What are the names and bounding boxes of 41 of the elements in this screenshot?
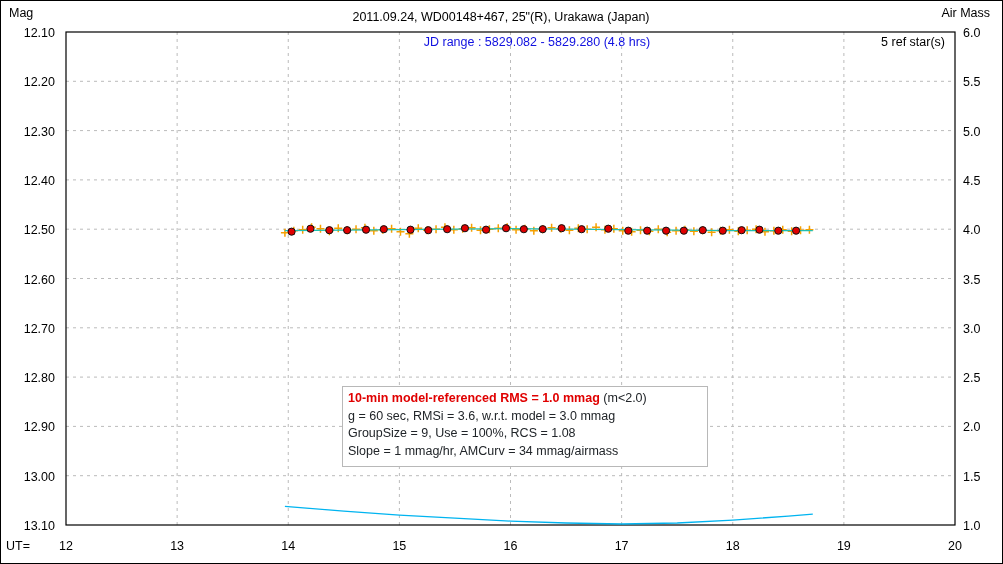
axis-tick-label: 1.5 xyxy=(963,469,981,484)
axis-tick-label: 13.10 xyxy=(23,519,55,533)
axis-tick-label: 18 xyxy=(725,539,740,553)
axis-tick-label: 2.5 xyxy=(963,371,981,386)
axis-tick-label: 12.50 xyxy=(23,223,55,238)
legend-text: g = 60 sec, RMSi = 3.6, w.r.t. model = 3.0 mmag xyxy=(348,407,617,425)
axis-tick-label: 4.5 xyxy=(963,173,981,188)
axis-tick-label: 1.0 xyxy=(963,519,981,533)
axis-tick-label: 12.20 xyxy=(23,75,55,90)
axis-tick-label: 2.0 xyxy=(963,420,981,435)
jd-range-label: JD range : 5829.082 - 5829.280 (4.8 hrs) xyxy=(423,35,651,49)
axis-tick-label: 12.30 xyxy=(23,124,55,139)
axis-tick-label: 12.90 xyxy=(23,420,55,435)
legend-text: Slope = 1 mmag/hr, AMCurv = 34 mmag/airmass xyxy=(348,442,620,460)
axis-tick-label: 12.60 xyxy=(23,272,55,287)
chart-title: 2011.09.24, WD00148+467, 25"(R), Urakawa (Japan) xyxy=(352,10,650,24)
axis-tick-label: 13 xyxy=(170,539,185,553)
axis-tick-label: 20 xyxy=(948,539,962,553)
axis-title: Mag xyxy=(9,6,34,20)
axis-tick-label: 6.0 xyxy=(963,26,981,40)
axis-tick-label: 12 xyxy=(59,539,73,553)
axis-title: UT= xyxy=(6,539,30,553)
axis-tick-label: 15 xyxy=(392,539,407,553)
ref-stars-label: 5 ref star(s) xyxy=(881,35,945,49)
axis-tick-label: 19 xyxy=(836,539,851,553)
axis-title: Air Mass xyxy=(941,6,990,20)
axis-tick-label: 14 xyxy=(281,539,296,553)
legend-text: GroupSize = 9, Use = 100%, RCS = 1.08 xyxy=(348,425,577,442)
legend-text: 10-min model-referenced RMS = 1.0 mmag (m<2.0) xyxy=(348,390,648,407)
axis-tick-label: 12.80 xyxy=(23,371,55,386)
axis-tick-label: 5.0 xyxy=(963,124,981,139)
axis-tick-label: 16 xyxy=(503,539,518,553)
axis-tick-label: 12.10 xyxy=(23,26,55,40)
axis-tick-label: 3.5 xyxy=(963,272,981,287)
axis-tick-label: 5.5 xyxy=(963,75,981,90)
axis-tick-label: 3.0 xyxy=(963,321,981,336)
axis-tick-label: 12.40 xyxy=(23,173,55,188)
axis-tick-label: 13.00 xyxy=(23,469,55,484)
axis-tick-label: 4.0 xyxy=(963,223,981,238)
axis-tick-label: 17 xyxy=(614,539,629,553)
axis-tick-label: 12.70 xyxy=(23,321,55,336)
